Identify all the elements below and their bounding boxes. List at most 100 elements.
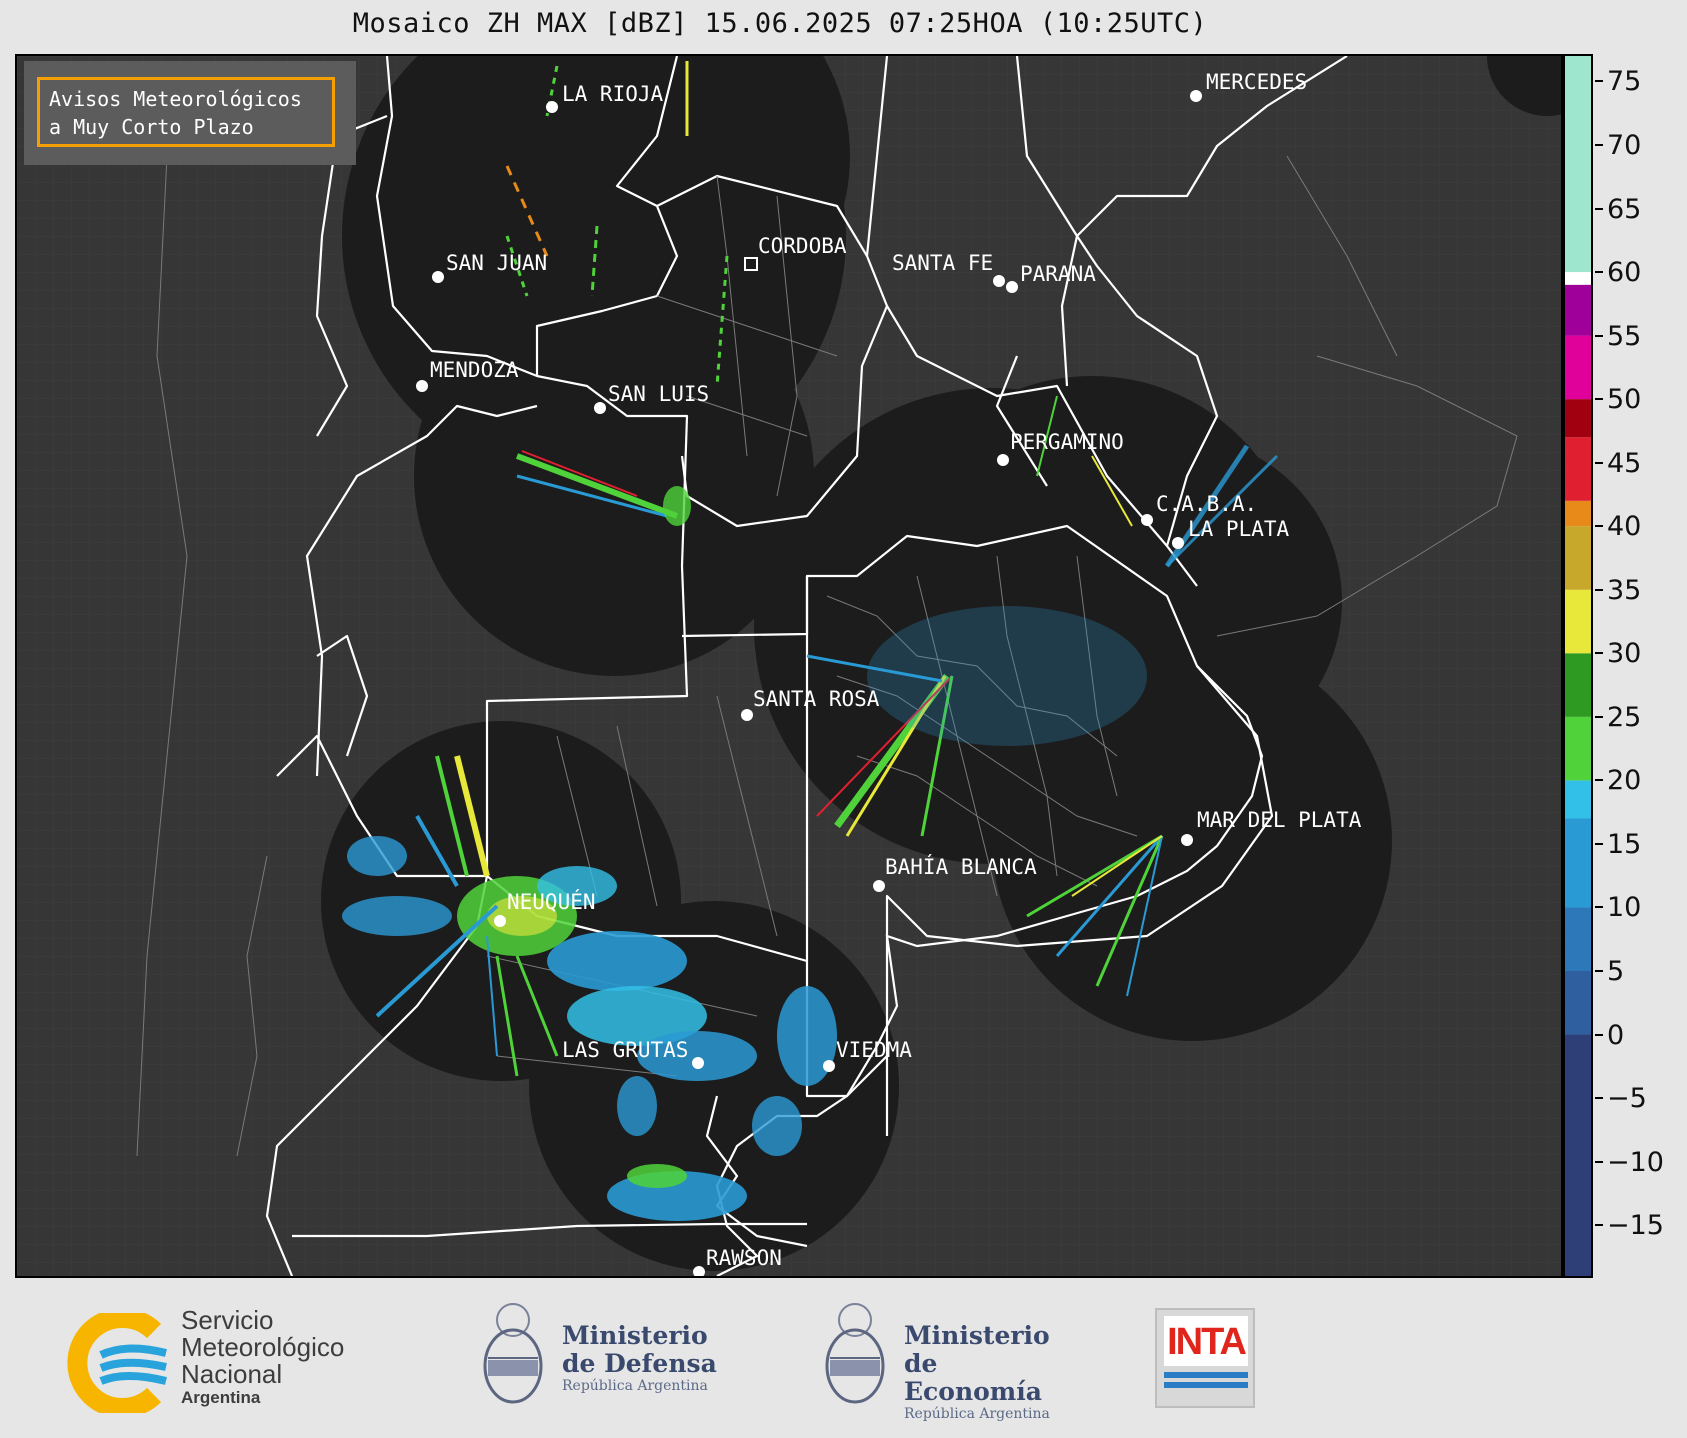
tick-label: 15 <box>1607 828 1642 860</box>
color-band <box>1565 907 1591 971</box>
tick-mark <box>1595 970 1603 972</box>
radar-coverage-circle <box>414 276 814 676</box>
inta-wordmark: INTA <box>1164 1316 1248 1366</box>
tick-mark <box>1595 779 1603 782</box>
city-label-santa-rosa: SANTA ROSA <box>753 687 880 711</box>
ministerio-defensa-logo[interactable]: Ministerio de Defensa República Argentin… <box>478 1298 738 1418</box>
tick-label: 50 <box>1607 384 1642 416</box>
color-band <box>1565 971 1591 1035</box>
city-label-mar-del-plata: MAR DEL PLATA <box>1197 808 1362 832</box>
color-band <box>1565 780 1591 819</box>
city-label-cordoba: CORDOBA <box>758 234 847 258</box>
economia-subtitle: República Argentina <box>904 1406 1050 1422</box>
smn-name-line-2: Meteorológico <box>181 1332 345 1362</box>
city-marker <box>494 915 506 927</box>
tick-mark <box>1595 334 1603 337</box>
tick-mark <box>1595 461 1603 464</box>
city-label-la-plata: LA PLATA <box>1188 517 1290 541</box>
color-band <box>1565 1034 1591 1276</box>
tick-label: 60 <box>1607 257 1642 289</box>
city-label-santa-fe: SANTA FE <box>892 251 994 275</box>
city-marker <box>823 1060 835 1072</box>
tick-mark <box>1595 525 1603 528</box>
tick-mark <box>1595 80 1603 83</box>
city-marker <box>1181 834 1193 846</box>
tick-mark <box>1595 398 1603 401</box>
smn-emblem-icon <box>67 1313 167 1413</box>
city-marker <box>997 454 1009 466</box>
tick-mark <box>1595 1033 1603 1036</box>
economia-title-line-1: Ministerio <box>904 1321 1050 1350</box>
color-band <box>1565 335 1591 400</box>
inta-logo[interactable]: INTA <box>1155 1308 1255 1408</box>
economia-title-line-2: de Economía <box>904 1349 1042 1406</box>
color-band <box>1565 56 1591 273</box>
city-marker <box>1141 514 1153 526</box>
ministerio-economia-logo[interactable]: Ministerio de Economía República Argenti… <box>820 1298 1080 1422</box>
tick-label: 75 <box>1607 66 1642 98</box>
tick-label: −15 <box>1607 1210 1664 1242</box>
tick-label: 10 <box>1607 892 1642 924</box>
tick-mark <box>1595 1097 1603 1100</box>
footer-logos: Servicio Meteorológico Nacional Argentin… <box>0 1280 1687 1438</box>
city-marker <box>693 1266 705 1276</box>
color-band <box>1565 399 1591 438</box>
tick-label: 30 <box>1607 638 1642 670</box>
defensa-title-line-2: de Defensa <box>562 1349 717 1378</box>
city-marker <box>1006 281 1018 293</box>
color-band <box>1565 437 1591 501</box>
city-label-mendoza: MENDOZA <box>430 358 519 382</box>
city-marker <box>873 880 885 892</box>
tick-label: 25 <box>1607 701 1642 733</box>
city-marker <box>993 275 1005 287</box>
city-label-neuquen: NEUQUÉN <box>507 890 596 914</box>
tick-label: −10 <box>1607 1146 1664 1178</box>
city-marker <box>741 709 753 721</box>
city-marker <box>416 380 428 392</box>
city-marker <box>432 271 444 283</box>
color-band <box>1565 500 1591 527</box>
inta-stripe <box>1164 1382 1248 1388</box>
smn-logo[interactable]: Servicio Meteorológico Nacional Argentin… <box>66 1305 386 1415</box>
color-band <box>1565 818 1591 908</box>
color-band <box>1565 526 1591 590</box>
city-label-viedma: VIEDMA <box>836 1038 912 1062</box>
tick-mark <box>1595 588 1603 591</box>
tick-mark <box>1595 1224 1603 1227</box>
tick-mark <box>1595 715 1603 718</box>
city-label-las-grutas: LAS GRUTAS <box>562 1038 689 1062</box>
color-band <box>1565 272 1591 285</box>
notice-panel: Avisos Meteorológicos a Muy Corto Plazo <box>24 61 356 165</box>
tick-mark <box>1595 652 1603 655</box>
smn-country: Argentina <box>181 1388 261 1407</box>
tick-mark <box>1595 271 1603 274</box>
color-band <box>1565 284 1591 336</box>
city-marker <box>744 257 758 271</box>
city-label-san-juan: SAN JUAN <box>446 251 548 275</box>
city-label-san-luis: SAN LUIS <box>608 382 710 406</box>
radar-map[interactable]: LA RIOJA MERCEDES CORDOBA SAN JUAN SANTA… <box>15 54 1563 1278</box>
city-label-mercedes: MERCEDES <box>1206 70 1308 94</box>
city-marker <box>546 101 558 113</box>
tick-mark <box>1595 842 1603 845</box>
tick-mark <box>1595 143 1603 146</box>
city-label-rawson: RAWSON <box>706 1246 782 1270</box>
coat-of-arms-icon <box>825 1303 885 1404</box>
tick-mark <box>1595 207 1603 210</box>
city-marker <box>692 1057 704 1069</box>
city-label-bahia-blanca: BAHÍA BLANCA <box>885 855 1037 879</box>
defensa-subtitle: República Argentina <box>562 1378 708 1394</box>
color-band <box>1565 589 1591 654</box>
color-band <box>1565 653 1591 717</box>
notice-line-1: Avisos Meteorológicos <box>49 87 302 111</box>
tick-label: −5 <box>1607 1083 1647 1115</box>
notice-line-2: a Muy Corto Plazo <box>49 115 254 139</box>
notice-badge[interactable]: Avisos Meteorológicos a Muy Corto Plazo <box>37 77 335 147</box>
city-label-pergamino: PERGAMINO <box>1010 430 1124 454</box>
tick-label: 55 <box>1607 320 1642 352</box>
city-marker <box>594 402 606 414</box>
city-label-la-rioja: LA RIOJA <box>562 82 664 106</box>
coat-of-arms-icon <box>483 1303 543 1404</box>
map-title: Mosaico ZH MAX [dBZ] 15.06.2025 07:25HOA… <box>352 8 1208 39</box>
color-scale-bar <box>1563 54 1593 1278</box>
